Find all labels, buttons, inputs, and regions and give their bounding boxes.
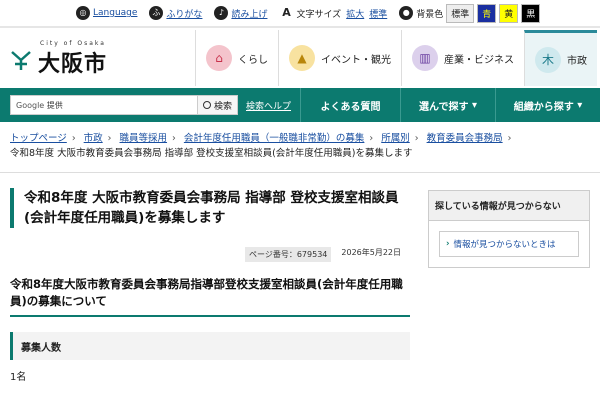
language-link[interactable]: ◎ Language bbox=[76, 6, 137, 20]
house-icon: ⌂ bbox=[206, 45, 232, 71]
divider bbox=[10, 315, 410, 317]
bg-color-control: ● 背景色 標準 青 黄 黒 bbox=[399, 3, 541, 23]
chevron-right-icon: › bbox=[507, 133, 512, 144]
search-placeholder: 提供 bbox=[46, 100, 63, 110]
choose-label: 選んで探す bbox=[418, 101, 469, 113]
search-help-link[interactable]: 検索ヘルプ bbox=[246, 99, 291, 112]
chevron-right-icon: › bbox=[107, 133, 112, 144]
breadcrumb-item[interactable]: 所属別 bbox=[381, 133, 410, 144]
breadcrumb-item[interactable]: 職員等採用 bbox=[120, 133, 168, 144]
nav-kurashi[interactable]: ⌂ くらし bbox=[195, 30, 278, 86]
font-size-label: 文字サイズ bbox=[296, 9, 342, 20]
chevron-right-icon: › bbox=[172, 133, 176, 144]
page-title: 令和8年度 大阪市教育委員会事務局 指導部 登校支援室相談員(会計年度任用職員)… bbox=[10, 188, 410, 228]
page-date: 2026年5月22日 bbox=[341, 248, 402, 257]
org-label: 組織から探す bbox=[513, 101, 574, 113]
globe-icon: ◎ bbox=[76, 6, 90, 20]
global-nav: ⌂ くらし ▲ イベント・観光 ▥ 産業・ビジネス 木 市政 bbox=[195, 30, 597, 88]
chevron-right-icon: › bbox=[71, 133, 76, 144]
language-label[interactable]: Language bbox=[93, 8, 137, 18]
furigana-link[interactable]: ふ ふりがな bbox=[149, 6, 202, 20]
event-icon: ▲ bbox=[289, 45, 315, 71]
nav-sangyo[interactable]: ▥ 産業・ビジネス bbox=[401, 30, 524, 86]
breadcrumb-item[interactable]: 教育委員会事務局 bbox=[427, 133, 503, 144]
search-box: Google 提供 検索 bbox=[10, 95, 238, 115]
org-button[interactable]: 組織から探す ▾ bbox=[495, 88, 600, 122]
bg-standard-button[interactable]: 標準 bbox=[446, 3, 475, 23]
search-input[interactable]: Google 提供 bbox=[11, 100, 197, 111]
search-button-label: 検索 bbox=[213, 101, 232, 112]
bg-color-label: 背景色 bbox=[416, 9, 444, 20]
nav-event[interactable]: ▲ イベント・観光 bbox=[278, 30, 401, 86]
breadcrumb-item[interactable]: 会計年度任用職員（一般職非常勤）の募集 bbox=[184, 133, 365, 144]
palette-icon: ● bbox=[399, 6, 414, 20]
site-logo[interactable]: City of Osaka 大阪市 bbox=[10, 38, 150, 78]
utility-bar: ◎ Language ふ ふりがな ♪ 読み上げ A 文字サイズ 拡大 標準 ●… bbox=[0, 0, 600, 26]
search-button[interactable]: 検索 bbox=[196, 96, 237, 114]
page-subtitle: 令和8年度大阪市教育委員会事務局指導部登校支援室相談員(会計年度任用職員)の募集… bbox=[10, 277, 403, 308]
osaka-city-mark-icon bbox=[11, 51, 31, 70]
breadcrumb-item[interactable]: トップページ bbox=[10, 133, 67, 144]
nav-shisei-label: 市政 bbox=[567, 56, 587, 67]
furigana-label[interactable]: ふりがな bbox=[166, 7, 202, 20]
page-meta: ページ番号：679534 2026年5月22日 bbox=[245, 247, 401, 262]
bg-black-button[interactable]: 黒 bbox=[521, 3, 541, 23]
building-icon: ▥ bbox=[412, 45, 438, 71]
read-aloud-label[interactable]: 読み上げ bbox=[231, 7, 267, 20]
breadcrumb-current: 令和8年度 大阪市教育委員会事務局 指導部 登校支援室相談員(会計年度任用職員)… bbox=[10, 148, 413, 159]
bg-blue-button[interactable]: 青 bbox=[477, 3, 497, 23]
nav-kurashi-label: くらし bbox=[238, 54, 268, 66]
city-mark-icon: 木 bbox=[535, 46, 561, 73]
chevron-down-icon: ▾ bbox=[471, 99, 477, 111]
nav-shisei[interactable]: 木 市政 bbox=[524, 30, 597, 86]
nav-event-label: イベント・観光 bbox=[321, 54, 391, 66]
sidebar-box: 探している情報が見つからない › 情報が見つからないときは bbox=[428, 190, 590, 268]
search-bar: Google 提供 検索 検索ヘルプ よくある質問 選んで探す ▾ 組織から探す… bbox=[0, 88, 600, 122]
chevron-right-icon: › bbox=[446, 239, 450, 249]
not-found-link[interactable]: › 情報が見つからないときは bbox=[439, 231, 579, 257]
font-standard-link[interactable]: 標準 bbox=[369, 7, 387, 20]
chevron-right-icon: › bbox=[369, 133, 374, 144]
furigana-icon: ふ bbox=[149, 6, 164, 20]
page-number: ページ番号：679534 bbox=[245, 247, 332, 262]
bg-yellow-button[interactable]: 黄 bbox=[499, 3, 519, 23]
section-heading: 募集人数 bbox=[10, 332, 410, 360]
chevron-right-icon: › bbox=[414, 133, 419, 144]
google-label: Google bbox=[16, 100, 45, 110]
speaker-icon: ♪ bbox=[214, 6, 229, 20]
not-found-link-label: 情報が見つからないときは bbox=[453, 240, 556, 250]
sidebar-heading: 探している情報が見つからない bbox=[429, 191, 589, 221]
section-body: 1名 bbox=[10, 372, 27, 383]
read-aloud-link[interactable]: ♪ 読み上げ bbox=[214, 6, 267, 20]
font-enlarge-link[interactable]: 拡大 bbox=[346, 7, 364, 20]
site-header: City of Osaka 大阪市 ⌂ くらし ▲ イベント・観光 ▥ 産業・ビ… bbox=[0, 28, 600, 88]
breadcrumb: トップページ › 市政 › 職員等採用 › 会計年度任用職員（一般職非常勤）の募集 › … bbox=[10, 131, 590, 161]
breadcrumb-item[interactable]: 市政 bbox=[84, 133, 103, 144]
faq-button[interactable]: よくある質問 bbox=[300, 88, 400, 122]
divider bbox=[0, 172, 600, 173]
font-size-icon: A bbox=[282, 6, 291, 19]
choose-button[interactable]: 選んで探す ▾ bbox=[400, 88, 495, 122]
font-size-control: A 文字サイズ 拡大 標準 bbox=[279, 6, 387, 20]
nav-sangyo-label: 産業・ビジネス bbox=[444, 54, 514, 66]
search-icon bbox=[202, 101, 211, 109]
faq-label: よくある質問 bbox=[320, 101, 381, 113]
logo-text: 大阪市 bbox=[38, 52, 108, 77]
chevron-down-icon: ▾ bbox=[577, 99, 583, 111]
